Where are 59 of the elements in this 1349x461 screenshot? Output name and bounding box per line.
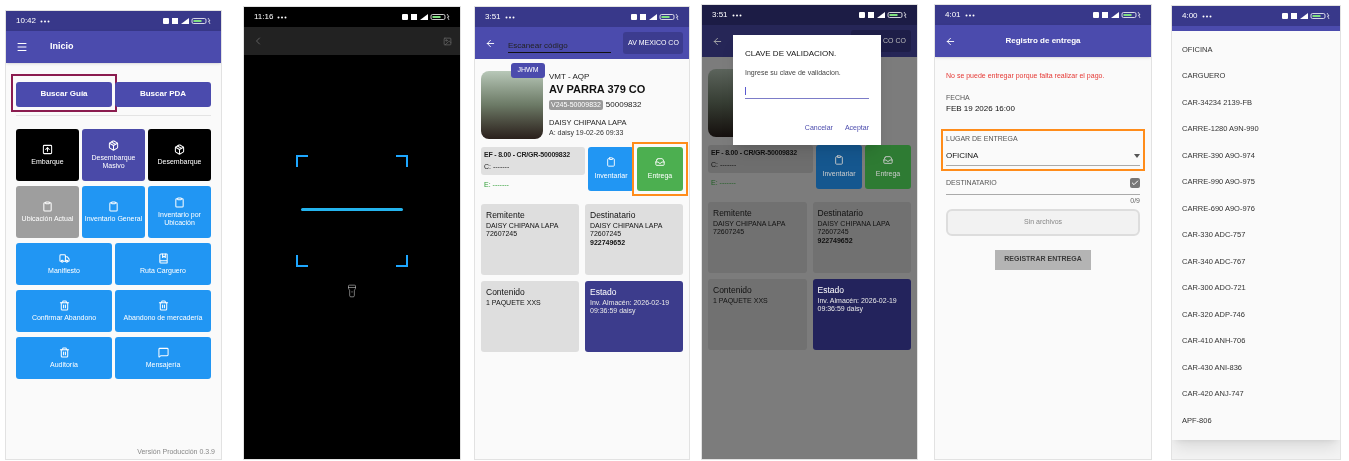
trash-icon — [58, 346, 70, 358]
search-button[interactable]: Buscar Guía — [16, 81, 112, 107]
package-icon — [108, 139, 119, 151]
back-icon[interactable] — [945, 35, 956, 47]
status-icons-drawing — [1093, 11, 1141, 19]
chat-icon — [157, 346, 169, 358]
inbox-icon — [883, 154, 893, 165]
screen-title: Registro de entrega — [1004, 35, 1082, 47]
card-title: Estado — [590, 286, 618, 299]
card-title: Remitente — [486, 209, 526, 222]
more-dots-icon — [731, 13, 742, 17]
back-icon[interactable] — [712, 35, 723, 47]
recipient-checkbox[interactable] — [1130, 177, 1140, 188]
more-dots-icon — [964, 13, 975, 17]
inbox-icon — [655, 156, 665, 167]
search-button[interactable]: Buscar PDA — [115, 81, 211, 107]
more-dots-icon — [1201, 14, 1212, 18]
clipboard-icon — [834, 154, 844, 165]
status-icons-drawing — [163, 17, 211, 25]
status-icons-drawing — [631, 13, 679, 21]
address-text: AV PARRA 379 CO — [549, 83, 646, 96]
screen-title: Inicio — [50, 40, 74, 54]
clipboard-icon — [174, 196, 185, 208]
truck-icon — [58, 252, 70, 264]
book-icon — [157, 252, 169, 264]
date-value: FEB 19 2026 16:00 — [946, 103, 1016, 115]
trash-icon — [58, 299, 70, 311]
trash-icon — [157, 299, 169, 311]
upload-icon — [42, 143, 53, 155]
card-title: Contenido — [713, 284, 753, 297]
status-icons-drawing — [1282, 12, 1330, 20]
clipboard-icon — [42, 200, 53, 212]
guide-number: 50009832 — [605, 99, 642, 111]
status-time: 3:51 — [712, 9, 728, 21]
dropdown-caret-icon — [1134, 153, 1140, 158]
back-icon[interactable] — [485, 37, 496, 49]
menu-icon[interactable] — [16, 41, 28, 53]
more-dots-icon — [40, 19, 51, 23]
status-time: 3:51 — [485, 11, 501, 23]
card-title: Destinatario — [817, 207, 864, 220]
validation-key-field[interactable] — [745, 84, 869, 99]
clipboard-icon — [606, 156, 616, 167]
status-icons-drawing — [402, 13, 450, 21]
more-dots-icon — [277, 15, 288, 19]
card-title: Estado — [817, 284, 845, 297]
status-time: 4:01 — [945, 9, 961, 21]
route-text: VMT - AQP — [549, 71, 591, 83]
package-icon — [174, 143, 185, 155]
scan-code-field[interactable]: Escanear código — [508, 39, 611, 53]
card-title: Remitente — [713, 207, 753, 220]
more-dots-icon — [504, 15, 515, 19]
status-time: 11:16 — [254, 11, 274, 23]
card-title: Destinatario — [590, 209, 637, 222]
status-icons-drawing — [859, 11, 907, 19]
clipboard-icon — [108, 200, 119, 212]
status-time: 10:42 — [16, 15, 37, 27]
card-title: Contenido — [486, 286, 526, 299]
dialog-title: CLAVE DE VALIDACION. — [745, 48, 838, 60]
status-time: 4:00 — [1182, 10, 1198, 22]
